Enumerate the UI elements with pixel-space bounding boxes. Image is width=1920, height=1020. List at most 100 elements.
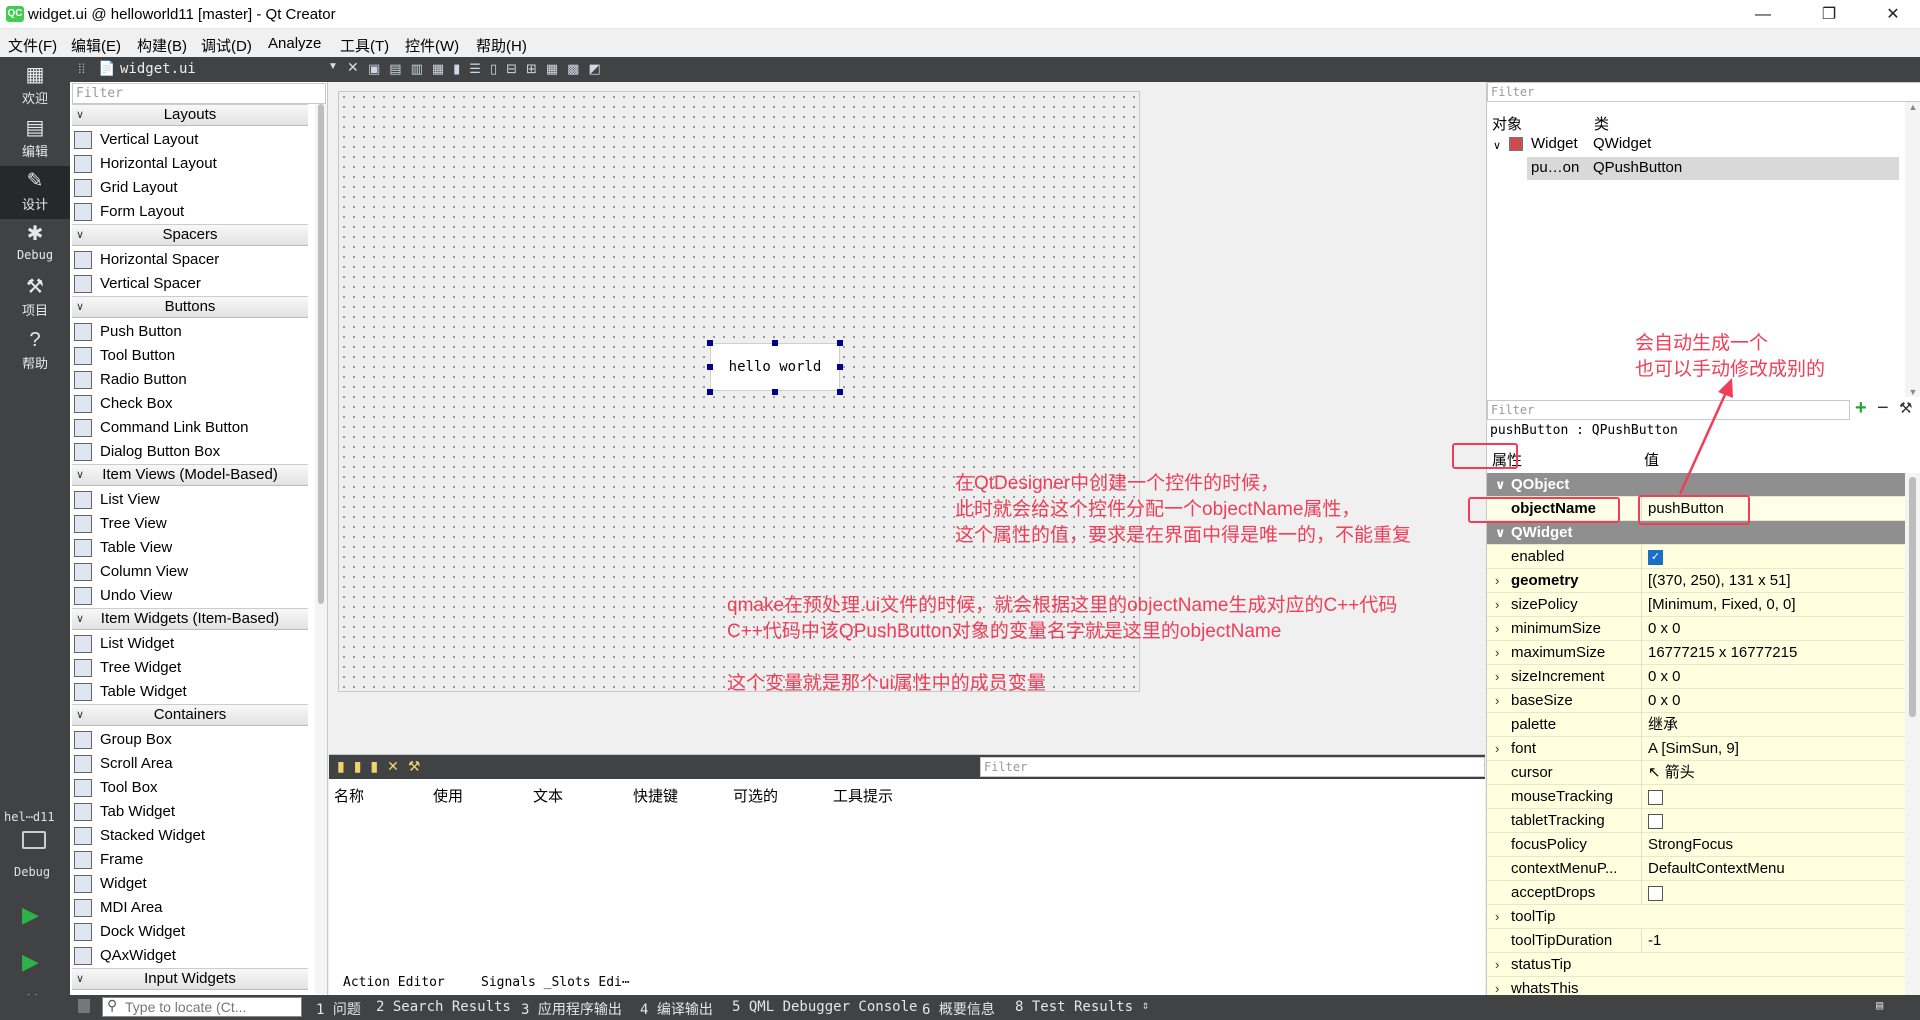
property-row[interactable]: › geometry [(370, 250), 131 x 51] [1487,569,1905,593]
widget-item[interactable]: Push Button [74,320,182,344]
property-value[interactable]: ✓ [1641,545,1901,569]
mode-0[interactable]: ▦ 欢迎 [0,60,70,113]
menu-item[interactable]: Analyze [268,35,321,52]
widget-item[interactable]: List Widget [74,632,174,656]
chevron-right-icon[interactable]: › [1495,665,1499,689]
property-row[interactable]: enabled ✓ [1487,545,1905,569]
property-row[interactable]: › minimumSize 0 x 0 [1487,617,1905,641]
property-scrollbar[interactable] [1905,473,1920,995]
property-row[interactable]: contextMenuP... DefaultContextMenu [1487,857,1905,881]
property-row[interactable]: › baseSize 0 x 0 [1487,689,1905,713]
widget-item[interactable]: Vertical Spacer [74,272,201,296]
chevron-down-icon[interactable]: ▼ [328,61,338,72]
chevron-down-icon[interactable]: ∨ [1493,139,1501,152]
property-row[interactable]: › font A [SimSun, 9] [1487,737,1905,761]
output-pane-button[interactable]: 6 概要信息 [922,999,995,1019]
file-tab[interactable]: widget.ui [120,61,196,77]
property-value[interactable]: 继承 [1641,713,1901,737]
checkbox[interactable] [1648,813,1663,829]
chevron-right-icon[interactable]: › [1495,953,1499,977]
add-property-icon[interactable]: + [1855,397,1867,420]
widget-item[interactable]: Column View [74,560,188,584]
property-row[interactable]: › maximumSize 16777215 x 16777215 [1487,641,1905,665]
widget-item[interactable]: Check Box [74,392,173,416]
widget-category[interactable]: ∨ Buttons [72,296,308,318]
property-value[interactable]: 0 x 0 [1641,617,1901,641]
widget-item[interactable]: Horizontal Spacer [74,248,219,272]
chevron-right-icon[interactable]: › [1495,977,1499,995]
property-value[interactable]: [(370, 250), 131 x 51] [1641,569,1901,593]
property-row[interactable]: › statusTip [1487,953,1905,977]
property-value[interactable]: -1 [1641,929,1901,953]
chevron-right-icon[interactable]: › [1495,593,1499,617]
property-row[interactable]: › toolTip [1487,905,1905,929]
object-filter[interactable]: Filter [1487,82,1920,102]
action-filter[interactable]: Filter [980,757,1485,777]
widget-item[interactable]: Widget [74,872,147,896]
property-value[interactable] [1641,809,1901,833]
widget-item[interactable]: Dock Widget [74,920,185,944]
chevron-right-icon[interactable]: › [1495,737,1499,761]
menu-item[interactable]: 构建(B) [137,35,187,56]
mode-1[interactable]: ▤ 编辑 [0,113,70,166]
tree-class-widget[interactable]: QWidget [1593,135,1651,152]
property-row[interactable]: cursor ↖ 箭头 [1487,761,1905,785]
chevron-right-icon[interactable]: › [1495,905,1499,929]
property-value[interactable]: ↖ 箭头 [1641,761,1901,785]
chevron-right-icon[interactable]: › [1495,569,1499,593]
widget-item[interactable]: Group Box [74,728,172,752]
monitor-icon[interactable] [22,831,46,849]
action-column-header[interactable]: 文本 [533,785,563,806]
action-tools-icon[interactable]: ▮▮▮✕⚒ [337,758,429,775]
chevron-down-icon[interactable]: ∨ [1495,473,1506,497]
action-editor-tab[interactable]: Action Editor [343,975,445,990]
widget-item[interactable]: Tool Button [74,344,175,368]
mode-5[interactable]: ? 帮助 [0,325,70,378]
widgetbox-scrollbar[interactable] [315,104,327,994]
property-value[interactable]: 0 x 0 [1641,665,1901,689]
property-row[interactable]: › whatsThis [1487,977,1905,995]
debug-run-icon[interactable]: ▶ [22,949,39,975]
resize-handle[interactable] [707,364,713,370]
resize-handle[interactable] [837,389,843,395]
progress-toggle-icon[interactable]: ▤ [1876,998,1883,1012]
run-icon[interactable]: ▶ [22,902,39,928]
checkbox[interactable] [1648,885,1663,901]
toggle-sidebar-icon[interactable] [78,999,90,1013]
widget-item[interactable]: Tree View [74,512,167,536]
tree-class-pushbutton[interactable]: QPushButton [1593,159,1682,176]
widget-item[interactable]: QAxWidget [74,944,176,968]
resize-handle[interactable] [772,340,778,346]
widget-item[interactable]: Undo View [74,584,172,608]
output-pane-button[interactable]: 8 Test Results [1015,999,1133,1015]
property-row[interactable]: acceptDrops [1487,881,1905,905]
up-down-arrow-icon[interactable]: ⇕ [1142,998,1149,1012]
action-column-header[interactable]: 可选的 [733,785,778,806]
locator-input[interactable]: Type to locate (Ct... [102,997,302,1017]
minimize-button[interactable]: — [1740,0,1786,29]
mode-2[interactable]: ✎ 设计 [0,166,70,219]
resize-handle[interactable] [837,364,843,370]
widget-item[interactable]: Scroll Area [74,752,173,776]
output-pane-button[interactable]: 3 应用程序输出 [521,999,622,1019]
property-value[interactable] [1641,881,1901,905]
output-pane-button[interactable]: 4 编译输出 [640,999,713,1019]
resize-handle[interactable] [707,389,713,395]
chevron-right-icon[interactable]: › [1495,617,1499,641]
property-value[interactable]: DefaultContextMenu [1641,857,1901,881]
wrench-icon[interactable]: ⚒ [1899,399,1912,417]
widget-category[interactable]: ∨ Item Views (Model-Based) [72,464,308,486]
widget-category[interactable]: ∨ Containers [72,704,308,726]
widget-item[interactable]: List View [74,488,160,512]
chevron-right-icon[interactable]: › [1495,689,1499,713]
property-value[interactable] [1641,785,1901,809]
menu-item[interactable]: 编辑(E) [71,35,121,56]
project-name[interactable]: hel⋯d11 [4,810,55,824]
widgetbox-filter[interactable]: Filter [72,83,326,104]
property-row[interactable]: palette 继承 [1487,713,1905,737]
widget-item[interactable]: Dialog Button Box [74,440,220,464]
resize-handle[interactable] [707,340,713,346]
mode-4[interactable]: ⚒ 项目 [0,272,70,325]
mode-3[interactable]: ✱ Debug [0,219,70,272]
widget-item[interactable]: Tool Box [74,776,158,800]
